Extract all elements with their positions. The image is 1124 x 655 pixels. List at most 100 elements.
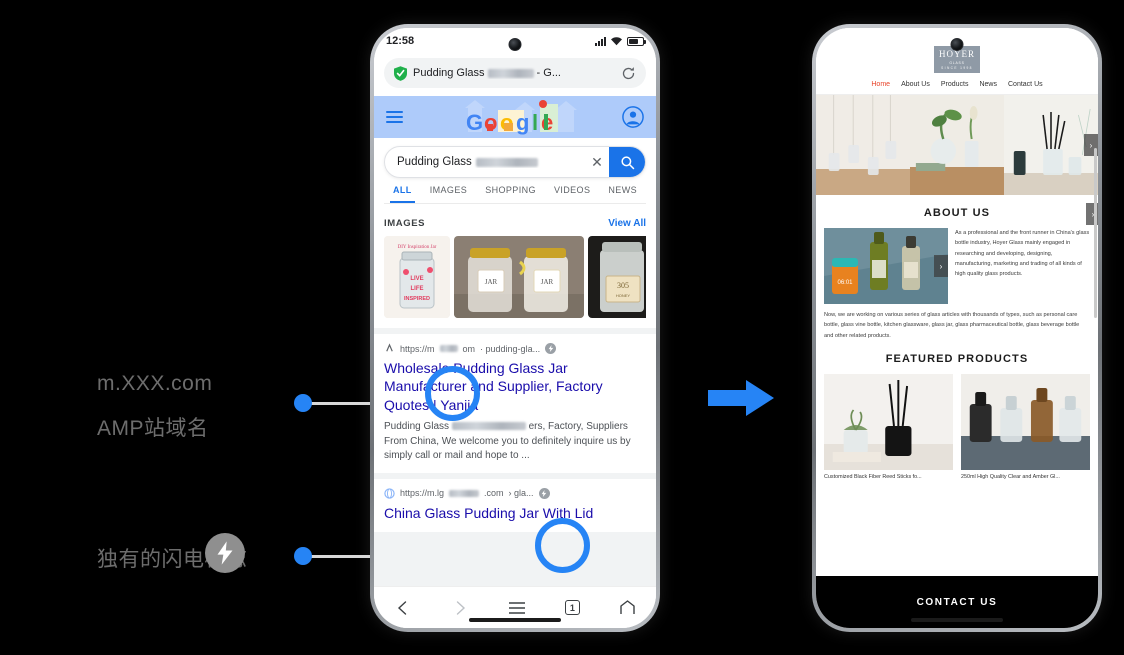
- product-card[interactable]: Customized Black Fiber Reed Sticks fo...: [824, 374, 953, 480]
- site-navigation: Home About Us Products News Contact Us: [816, 76, 1098, 95]
- images-card: IMAGES View All DIY Inspiration Jar LIVE…: [374, 210, 656, 328]
- snippet-prefix: Pudding Glass: [384, 421, 450, 433]
- product-card[interactable]: 250ml High Quality Clear and Amber Gl...: [961, 374, 1090, 480]
- page-title-prefix: Pudding Glass: [413, 67, 485, 79]
- svg-text:g: g: [516, 110, 529, 135]
- tab-videos[interactable]: VIDEOS: [551, 185, 593, 203]
- svg-text:o: o: [500, 110, 513, 135]
- front-camera-icon: [950, 38, 964, 51]
- image-thumbnail-row[interactable]: DIY Inspiration Jar LIVE LIFE INSPIRED J…: [384, 236, 646, 318]
- images-card-title: IMAGES: [384, 218, 426, 229]
- result-title[interactable]: Wholesale Pudding Glass Jar Manufacturer…: [384, 359, 646, 414]
- product-image[interactable]: [961, 374, 1090, 471]
- svg-text:06:01: 06:01: [837, 280, 853, 286]
- svg-text:HONEY: HONEY: [616, 293, 631, 298]
- nav-item-news[interactable]: News: [979, 81, 997, 88]
- menu-lines-icon[interactable]: [507, 598, 527, 618]
- nav-item-contact-us[interactable]: Contact Us: [1008, 81, 1043, 88]
- tab-shopping[interactable]: SHOPPING: [482, 185, 539, 203]
- forward-chevron-icon: [450, 598, 470, 618]
- svg-text:l: l: [532, 110, 538, 135]
- nav-item-products[interactable]: Products: [941, 81, 969, 88]
- svg-text:INSPIRED: INSPIRED: [404, 296, 430, 302]
- hero-slide[interactable]: [910, 95, 1004, 195]
- search-results-scroll[interactable]: IMAGES View All DIY Inspiration Jar LIVE…: [374, 210, 656, 628]
- signal-bars-icon: [595, 36, 606, 46]
- search-result-item[interactable]: https://m om · pudding-gla... Wholesale …: [374, 334, 656, 473]
- product-caption: Customized Black Fiber Reed Sticks fo...: [824, 474, 922, 481]
- redacted-text: [475, 157, 538, 167]
- amp-website[interactable]: HOYER GLASS SINCE 1998 Home About Us Pro…: [816, 28, 1098, 628]
- tab-images[interactable]: IMAGES: [427, 185, 470, 203]
- annotation-amp-domain-label: AMP站域名: [97, 417, 209, 440]
- svg-text:LIFE: LIFE: [411, 286, 424, 292]
- tab-count-button[interactable]: 1: [564, 600, 580, 615]
- nav-item-home[interactable]: Home: [871, 81, 890, 88]
- about-paragraph-1: As a professional and the front runner i…: [955, 230, 1090, 278]
- featured-section-title: FEATURED PRODUCTS: [885, 353, 1029, 366]
- clear-x-icon[interactable]: ✕: [585, 154, 609, 171]
- nav-item-about-us[interactable]: About Us: [901, 81, 930, 88]
- lightning-bolt-icon: [205, 533, 245, 573]
- svg-text:LIVE: LIVE: [410, 276, 423, 282]
- account-avatar-icon[interactable]: [622, 106, 644, 128]
- result-url-row: https://m.lg .com › gla...: [384, 487, 646, 499]
- page-favicon: [386, 343, 393, 352]
- google-header: G o o g l e: [374, 96, 656, 138]
- home-icon[interactable]: [617, 598, 637, 618]
- image-thumbnail[interactable]: 305 HONEY: [588, 236, 646, 318]
- page-title-suffix: - G...: [536, 67, 561, 79]
- highlight-ring-domain: [425, 366, 480, 421]
- redacted-text: [439, 345, 458, 352]
- tab-all[interactable]: ALL: [390, 185, 415, 203]
- page-scrollbar[interactable]: [1094, 148, 1097, 318]
- home-gesture-indicator: [469, 618, 561, 622]
- result-url-prefix: https://m.lg: [400, 488, 445, 499]
- hero-slide[interactable]: [816, 95, 910, 195]
- battery-icon: [627, 36, 646, 46]
- reload-icon[interactable]: [621, 66, 636, 81]
- connector-dot-lightning: [294, 547, 312, 565]
- result-url-path: › gla...: [508, 488, 534, 499]
- result-title[interactable]: China Glass Pudding Jar With Lid: [384, 504, 646, 522]
- site-logo[interactable]: HOYER GLASS SINCE 1998: [816, 28, 1098, 76]
- search-section: Pudding Glass ✕ ALL IMAGES SHOPPING VIDE…: [374, 138, 656, 204]
- amp-lightning-icon: [538, 487, 550, 499]
- back-chevron-icon[interactable]: [393, 598, 413, 618]
- search-result-item[interactable]: https://m.lg .com › gla... China Glass P…: [374, 478, 656, 533]
- hamburger-menu-icon[interactable]: [386, 108, 403, 126]
- right-arrow-icon: [708, 380, 774, 416]
- highlight-ring-lightning: [535, 518, 590, 573]
- connector-dot-domain: [294, 394, 312, 412]
- logo-subtitle: GLASS: [949, 61, 965, 65]
- search-bar[interactable]: Pudding Glass ✕: [384, 146, 646, 178]
- carousel-next-icon[interactable]: ›: [934, 255, 948, 277]
- product-caption: 250ml High Quality Clear and Amber Gl...: [961, 474, 1060, 481]
- amp-lightning-icon: [545, 343, 557, 354]
- about-paragraph-2: Now, we are working on various series of…: [824, 312, 1080, 339]
- result-url-prefix: https://m: [400, 343, 435, 354]
- image-thumbnail[interactable]: DIY Inspiration Jar LIVE LIFE INSPIRED: [384, 236, 450, 318]
- svg-text:JAR: JAR: [541, 278, 554, 286]
- about-image[interactable]: 06:01 ›: [824, 228, 948, 304]
- search-tabs: ALL IMAGES SHOPPING VIDEOS NEWS: [384, 178, 646, 203]
- result-snippet: Pudding Glass ers, Factory, Suppliers Fr…: [384, 420, 646, 463]
- hero-carousel[interactable]: ›: [816, 95, 1098, 195]
- result-url-row: https://m om · pudding-gla...: [384, 343, 646, 354]
- google-doodle[interactable]: G o o g l e: [440, 98, 590, 138]
- svg-text:305: 305: [617, 281, 629, 290]
- page-favicon: [384, 488, 395, 499]
- tab-news[interactable]: NEWS: [605, 185, 640, 203]
- result-url-suffix: .com: [484, 488, 504, 499]
- front-camera-icon: [508, 38, 522, 51]
- product-image[interactable]: [824, 374, 953, 471]
- search-button[interactable]: [609, 147, 645, 177]
- search-input[interactable]: Pudding Glass: [385, 156, 585, 168]
- view-all-link[interactable]: View All: [608, 218, 646, 229]
- result-url-path: · pudding-gla...: [480, 343, 541, 354]
- address-bar[interactable]: Pudding Glass - G...: [384, 58, 646, 88]
- redacted-text: [451, 422, 526, 431]
- about-section-title: ABOUT US: [923, 207, 991, 219]
- redacted-text: [487, 68, 534, 78]
- image-thumbnail[interactable]: JAR JAR: [454, 236, 584, 318]
